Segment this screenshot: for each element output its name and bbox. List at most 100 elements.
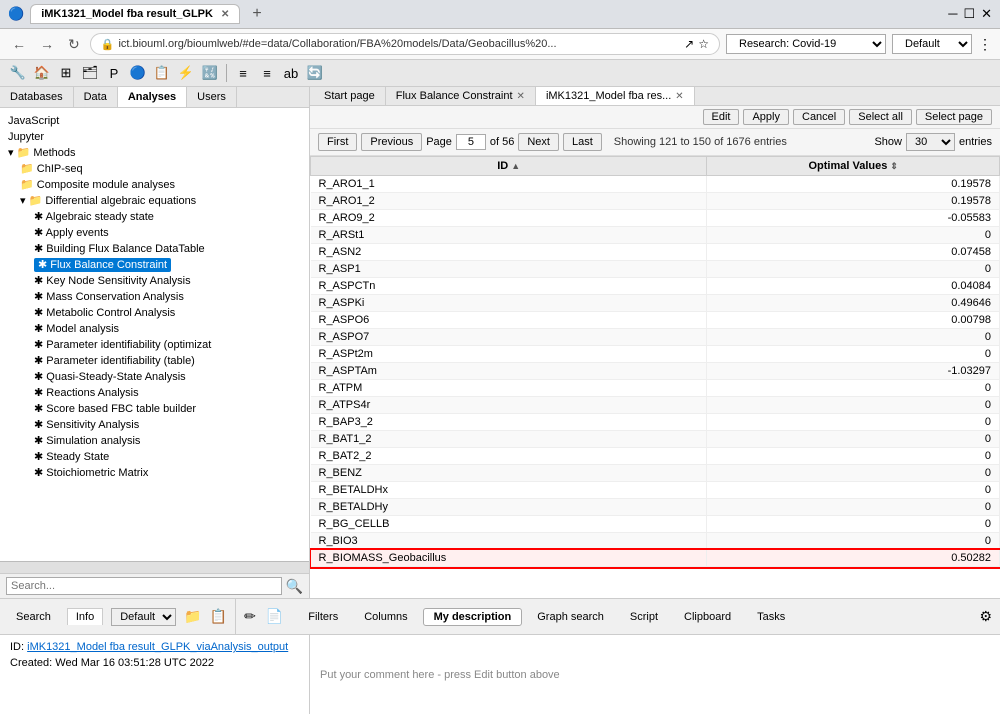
table-row[interactable]: R_ARO1_10.19578 bbox=[311, 176, 1000, 193]
horizontal-scrollbar[interactable] bbox=[0, 561, 309, 573]
table-row[interactable]: R_BAT1_20 bbox=[311, 431, 1000, 448]
tool13-icon[interactable]: 🔄 bbox=[305, 63, 325, 83]
list-item[interactable]: ✱ Flux Balance Constraint bbox=[0, 256, 309, 272]
table-row[interactable]: R_ATPS4r0 bbox=[311, 397, 1000, 414]
graph-search-tab[interactable]: Graph search bbox=[526, 608, 615, 626]
list-item[interactable]: 📁 Composite module analyses bbox=[0, 176, 309, 192]
menu-icon[interactable]: ⋮ bbox=[978, 36, 992, 53]
value-column-header[interactable]: Optimal Values ⇕ bbox=[707, 157, 1000, 176]
table-row[interactable]: R_ASPTAm-1.03297 bbox=[311, 363, 1000, 380]
next-button[interactable]: Next bbox=[518, 133, 559, 151]
tool9-icon[interactable]: 🔣 bbox=[200, 63, 220, 83]
list-item[interactable]: ✱ Reactions Analysis bbox=[0, 384, 309, 400]
list-item[interactable]: ✱ Score based FBC table builder bbox=[0, 400, 309, 416]
tree-search-input[interactable] bbox=[6, 577, 282, 595]
filters-tab[interactable]: Filters bbox=[297, 608, 349, 626]
table-row[interactable]: R_ARO1_20.19578 bbox=[311, 193, 1000, 210]
tool12-icon[interactable]: ab bbox=[281, 63, 301, 83]
bottom-icon1[interactable]: 📁 bbox=[184, 608, 201, 625]
id-link[interactable]: iMK1321_Model fba result_GLPK_viaAnalysi… bbox=[27, 641, 288, 653]
maximize-button[interactable]: ☐ bbox=[963, 6, 975, 22]
table-row[interactable]: R_BETALDHx0 bbox=[311, 482, 1000, 499]
table-row[interactable]: R_ASPO60.00798 bbox=[311, 312, 1000, 329]
table-row[interactable]: R_ASPCTn0.04084 bbox=[311, 278, 1000, 295]
address-bar[interactable]: 🔒 ict.biouml.org/bioumlweb/#de=data/Coll… bbox=[90, 33, 720, 55]
tab-imk1321[interactable]: iMK1321_Model fba res... ✕ bbox=[536, 87, 695, 105]
bottom-default-select[interactable]: Default bbox=[111, 608, 176, 626]
tool6-icon[interactable]: 🔵 bbox=[128, 63, 148, 83]
edit-button[interactable]: Edit bbox=[703, 109, 740, 125]
tool2-icon[interactable]: 🏠 bbox=[32, 63, 52, 83]
tool1-icon[interactable]: 🔧 bbox=[8, 63, 28, 83]
table-row[interactable]: R_BIO30 bbox=[311, 533, 1000, 550]
table-row[interactable]: R_ASP10 bbox=[311, 261, 1000, 278]
table-row[interactable]: R_BENZ0 bbox=[311, 465, 1000, 482]
clipboard-tab[interactable]: Clipboard bbox=[673, 608, 742, 626]
tab-data[interactable]: Data bbox=[74, 87, 118, 107]
table-row[interactable]: R_ASPO70 bbox=[311, 329, 1000, 346]
list-item[interactable]: Jupyter bbox=[0, 128, 309, 144]
forward-button[interactable]: → bbox=[36, 34, 58, 54]
tab-users[interactable]: Users bbox=[187, 87, 237, 107]
page-input[interactable] bbox=[456, 134, 486, 150]
bottom-action-icon2[interactable]: 📄 bbox=[266, 608, 283, 625]
tool8-icon[interactable]: ⚡ bbox=[176, 63, 196, 83]
id-column-header[interactable]: ID ▲ bbox=[311, 157, 707, 176]
minimize-button[interactable]: ─ bbox=[948, 6, 957, 22]
table-row[interactable]: R_BAP3_20 bbox=[311, 414, 1000, 431]
tab-close-icon[interactable]: ✕ bbox=[221, 9, 229, 20]
list-item[interactable]: ✱ Stoichiometric Matrix bbox=[0, 464, 309, 480]
table-row[interactable]: R_BETALDHy0 bbox=[311, 499, 1000, 516]
research-selector[interactable]: Research: Covid-19 bbox=[726, 34, 886, 54]
bottom-action-icon1[interactable]: ✏ bbox=[244, 608, 256, 625]
tasks-tab[interactable]: Tasks bbox=[746, 608, 796, 626]
list-item[interactable]: ▾ 📁 Methods bbox=[0, 144, 309, 160]
list-item[interactable]: ✱ Apply events bbox=[0, 224, 309, 240]
list-item[interactable]: JavaScript bbox=[0, 112, 309, 128]
table-row[interactable]: R_ARSt10 bbox=[311, 227, 1000, 244]
list-item[interactable]: ✱ Algebraic steady state bbox=[0, 208, 309, 224]
list-item[interactable]: ✱ Model analysis bbox=[0, 320, 309, 336]
list-item[interactable]: ✱ Steady State bbox=[0, 448, 309, 464]
close-button[interactable]: ✕ bbox=[981, 6, 992, 22]
bookmark-icon[interactable]: ☆ bbox=[698, 37, 709, 51]
list-item[interactable]: 📁 ChIP-seq bbox=[0, 160, 309, 176]
tab-databases[interactable]: Databases bbox=[0, 87, 74, 107]
share-icon[interactable]: ↗ bbox=[684, 37, 694, 51]
table-row[interactable]: R_BAT2_20 bbox=[311, 448, 1000, 465]
table-row[interactable]: R_BG_CELLB0 bbox=[311, 516, 1000, 533]
list-item[interactable]: ✱ Key Node Sensitivity Analysis bbox=[0, 272, 309, 288]
flux-balance-close-icon[interactable]: ✕ bbox=[517, 91, 525, 102]
list-item[interactable]: ✱ Metabolic Control Analysis bbox=[0, 304, 309, 320]
previous-button[interactable]: Previous bbox=[361, 133, 422, 151]
reload-button[interactable]: ↻ bbox=[64, 34, 84, 55]
cancel-button[interactable]: Cancel bbox=[793, 109, 845, 125]
last-button[interactable]: Last bbox=[563, 133, 602, 151]
list-item[interactable]: ✱ Mass Conservation Analysis bbox=[0, 288, 309, 304]
table-row[interactable]: R_ASPt2m0 bbox=[311, 346, 1000, 363]
value-sort-icon[interactable]: ⇕ bbox=[890, 161, 898, 171]
search-tab[interactable]: Search bbox=[8, 609, 59, 625]
table-row[interactable]: R_ATPM0 bbox=[311, 380, 1000, 397]
id-sort-icon[interactable]: ▲ bbox=[511, 161, 520, 171]
tool3-icon[interactable]: ⊞ bbox=[56, 63, 76, 83]
new-tab-button[interactable]: + bbox=[246, 5, 267, 23]
back-button[interactable]: ← bbox=[8, 34, 30, 54]
tool11-icon[interactable]: ≡ bbox=[257, 63, 277, 83]
tool4-icon[interactable]: 🗂 bbox=[80, 63, 100, 83]
first-button[interactable]: First bbox=[318, 133, 357, 151]
tool5-icon[interactable]: P bbox=[104, 63, 124, 83]
list-item[interactable]: ✱ Quasi-Steady-State Analysis bbox=[0, 368, 309, 384]
tree-search-icon[interactable]: 🔍 bbox=[286, 578, 303, 595]
list-item[interactable]: ✱ Sensitivity Analysis bbox=[0, 416, 309, 432]
tab-flux-balance[interactable]: Flux Balance Constraint ✕ bbox=[386, 87, 536, 105]
tool7-icon[interactable]: 📋 bbox=[152, 63, 172, 83]
table-row[interactable]: R_ARO9_2-0.05583 bbox=[311, 210, 1000, 227]
columns-tab[interactable]: Columns bbox=[353, 608, 418, 626]
list-item[interactable]: ✱ Parameter identifiability (table) bbox=[0, 352, 309, 368]
info-tab[interactable]: Info bbox=[67, 608, 103, 625]
list-item[interactable]: ▾ 📁 Differential algebraic equations bbox=[0, 192, 309, 208]
apply-button[interactable]: Apply bbox=[743, 109, 789, 125]
tool10-icon[interactable]: ≡ bbox=[233, 63, 253, 83]
tab-analyses[interactable]: Analyses bbox=[118, 87, 187, 107]
